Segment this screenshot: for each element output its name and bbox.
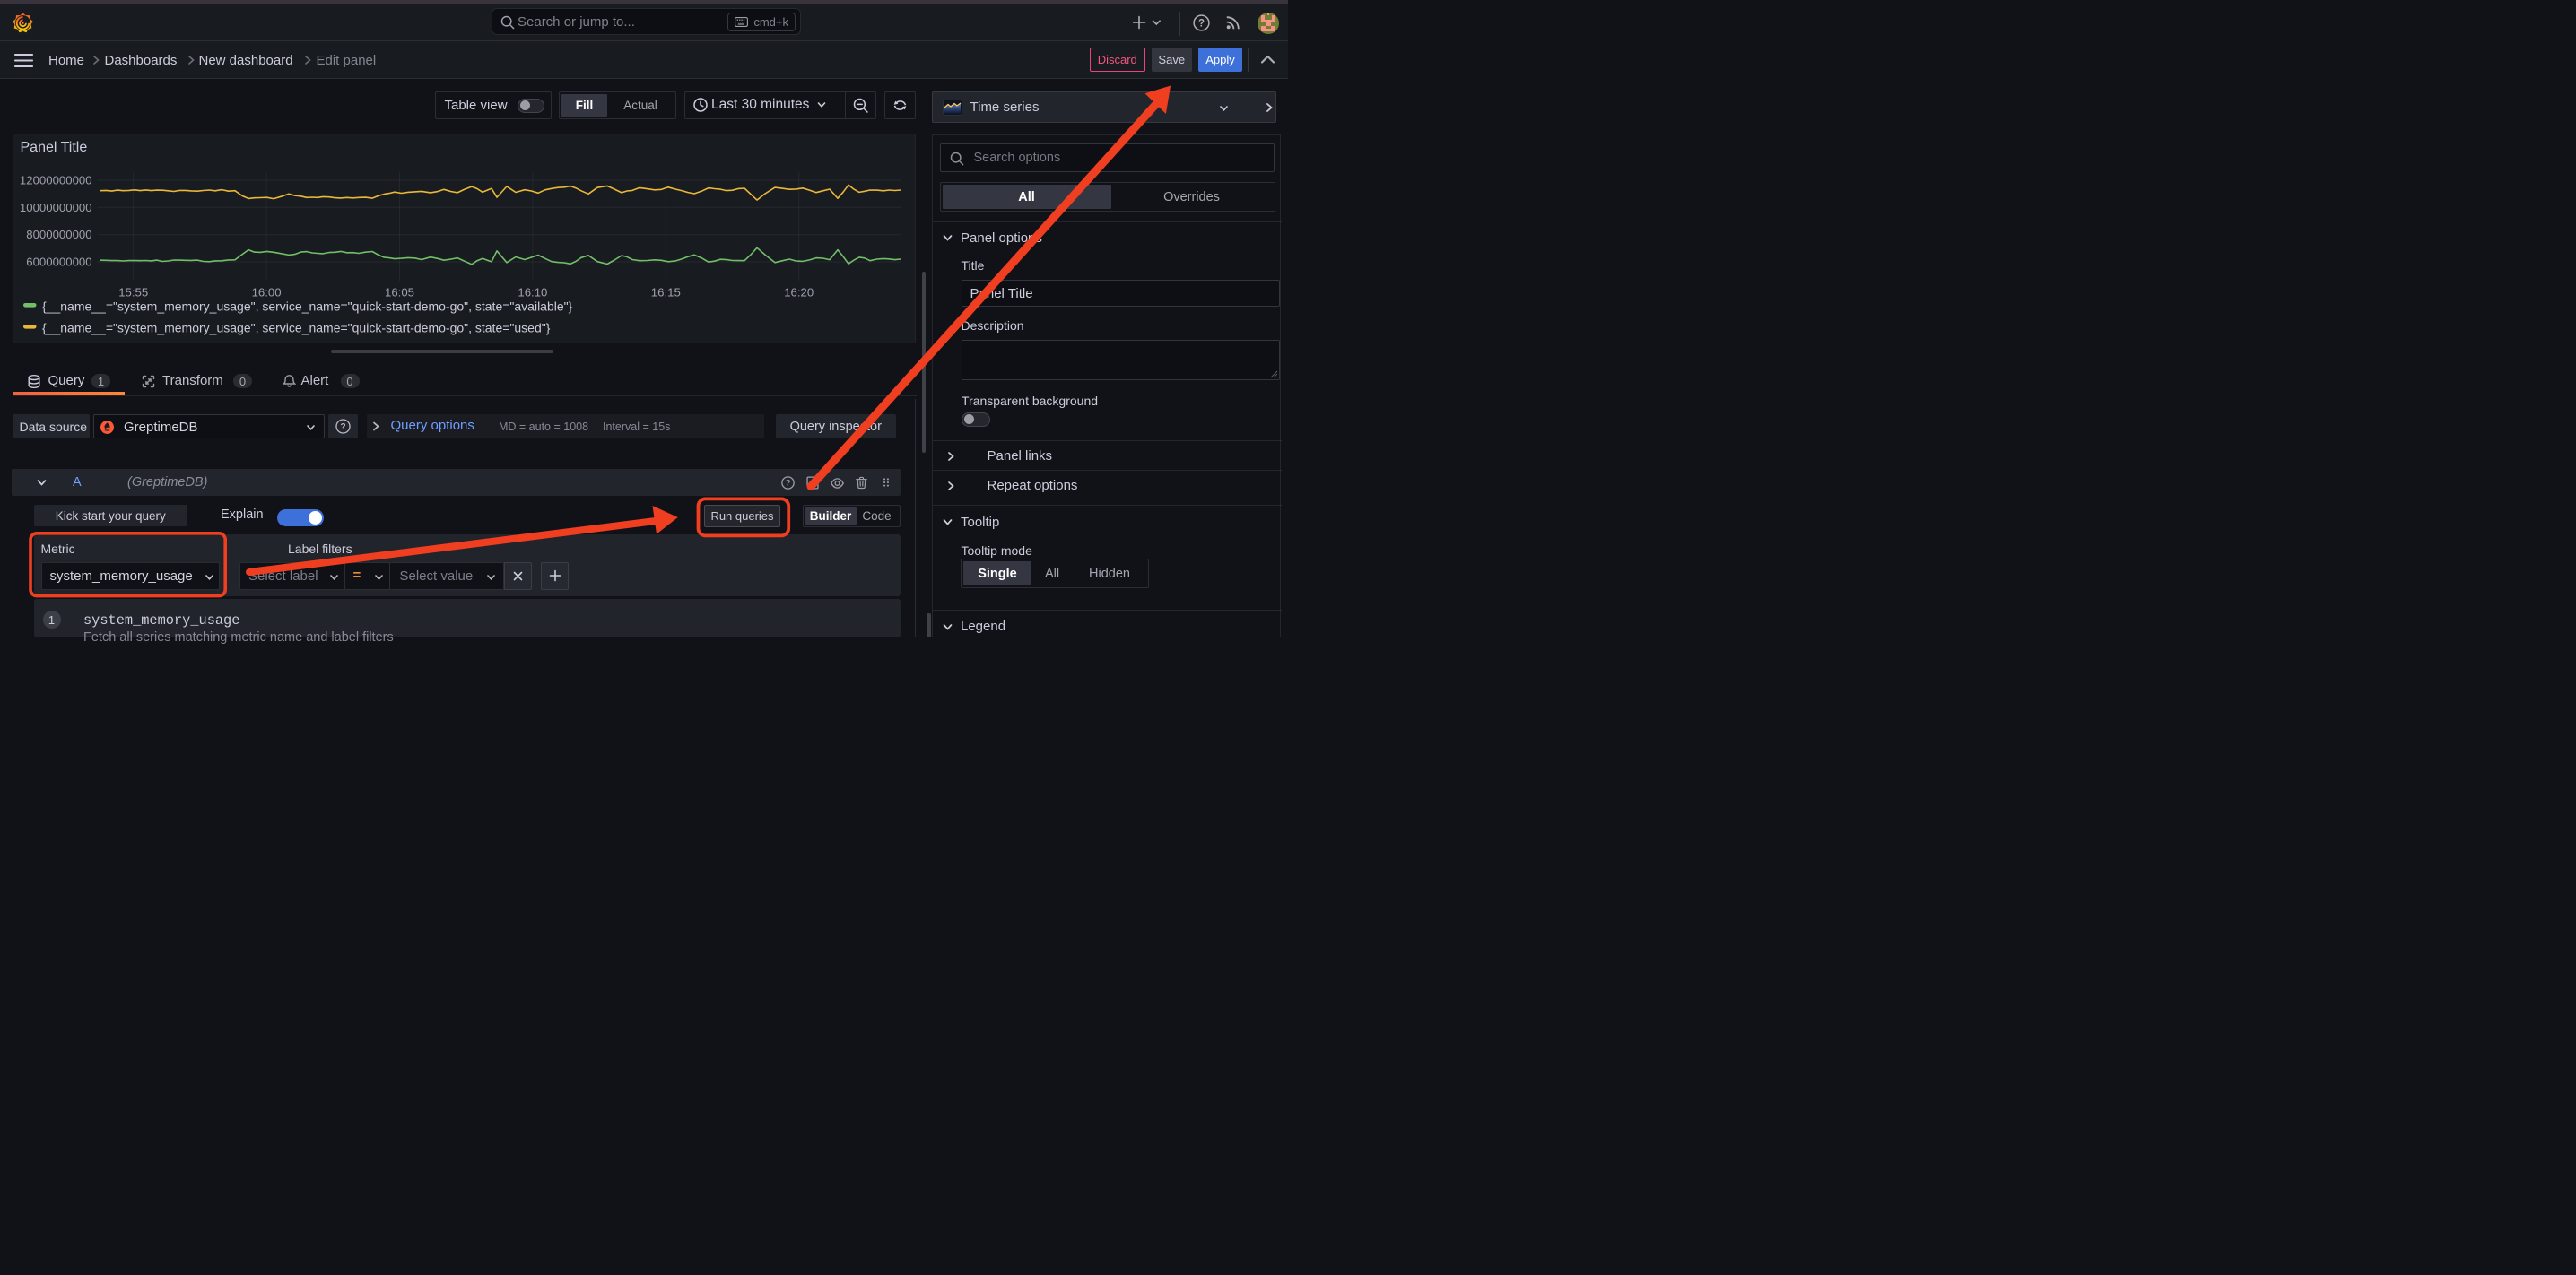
svg-text:16:15: 16:15 bbox=[651, 286, 681, 299]
svg-text:16:00: 16:00 bbox=[252, 286, 282, 299]
svg-text:12000000000: 12000000000 bbox=[20, 174, 92, 187]
svg-text:10000000000: 10000000000 bbox=[20, 201, 92, 214]
svg-text:16:10: 16:10 bbox=[518, 286, 547, 299]
svg-text:6000000000: 6000000000 bbox=[26, 256, 91, 269]
svg-text:15:55: 15:55 bbox=[118, 286, 148, 299]
svg-text:?: ? bbox=[1198, 19, 1205, 30]
svg-text:8000000000: 8000000000 bbox=[26, 228, 91, 241]
svg-text:{__name__="system_memory_usage: {__name__="system_memory_usage", service… bbox=[42, 321, 551, 335]
svg-text:?: ? bbox=[340, 422, 345, 432]
svg-text:{__name__="system_memory_usage: {__name__="system_memory_usage", service… bbox=[42, 299, 573, 314]
svg-text:16:05: 16:05 bbox=[385, 286, 414, 299]
svg-text:16:20: 16:20 bbox=[784, 286, 814, 299]
svg-text:?: ? bbox=[785, 479, 790, 489]
